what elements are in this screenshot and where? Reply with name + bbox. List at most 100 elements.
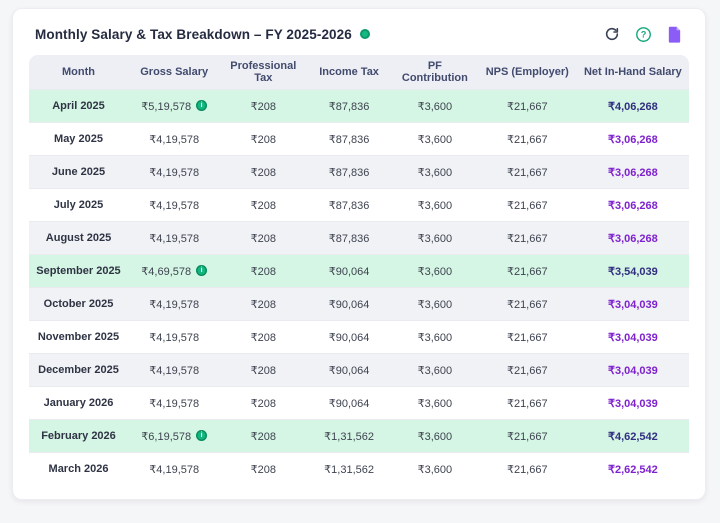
month-cell: April 2025 xyxy=(29,90,128,123)
salary-table-wrap: MonthGross SalaryProfessional TaxIncome … xyxy=(29,55,689,485)
nps-cell: ₹21,667 xyxy=(478,354,577,387)
table-header-row: MonthGross SalaryProfessional TaxIncome … xyxy=(29,55,689,90)
refresh-icon xyxy=(604,26,620,42)
pf-cell: ₹3,600 xyxy=(392,189,478,222)
net-cell: ₹4,62,542 xyxy=(577,420,689,453)
gross-cell: ₹4,19,578 xyxy=(128,453,220,486)
column-header: PF Contribution xyxy=(392,55,478,90)
gross-cell: ₹4,19,578 xyxy=(128,123,220,156)
table-header: MonthGross SalaryProfessional TaxIncome … xyxy=(29,55,689,90)
month-cell: May 2025 xyxy=(29,123,128,156)
gross-cell: ₹4,69,578i xyxy=(128,255,220,288)
pf-cell: ₹3,600 xyxy=(392,90,478,123)
nps-cell: ₹21,667 xyxy=(478,288,577,321)
table-row: October 2025₹4,19,578₹208₹90,064₹3,600₹2… xyxy=(29,288,689,321)
gross-cell: ₹6,19,578i xyxy=(128,420,220,453)
net-cell: ₹4,06,268 xyxy=(577,90,689,123)
professional-tax-cell: ₹208 xyxy=(220,222,306,255)
pf-cell: ₹3,600 xyxy=(392,321,478,354)
salary-info-badge-icon[interactable]: i xyxy=(196,265,207,276)
refresh-button[interactable] xyxy=(603,25,621,43)
nps-cell: ₹21,667 xyxy=(478,123,577,156)
professional-tax-cell: ₹208 xyxy=(220,387,306,420)
table-row: February 2026₹6,19,578i₹208₹1,31,562₹3,6… xyxy=(29,420,689,453)
document-button[interactable] xyxy=(665,25,683,43)
table-row: April 2025₹5,19,578i₹208₹87,836₹3,600₹21… xyxy=(29,90,689,123)
nps-cell: ₹21,667 xyxy=(478,222,577,255)
table-row: June 2025₹4,19,578₹208₹87,836₹3,600₹21,6… xyxy=(29,156,689,189)
month-cell: July 2025 xyxy=(29,189,128,222)
table-row: January 2026₹4,19,578₹208₹90,064₹3,600₹2… xyxy=(29,387,689,420)
page-title: Monthly Salary & Tax Breakdown – FY 2025… xyxy=(35,27,352,42)
professional-tax-cell: ₹208 xyxy=(220,288,306,321)
pf-cell: ₹3,600 xyxy=(392,123,478,156)
month-cell: December 2025 xyxy=(29,354,128,387)
column-header: Income Tax xyxy=(306,55,392,90)
title-wrap: Monthly Salary & Tax Breakdown – FY 2025… xyxy=(35,27,370,42)
column-header: Net In-Hand Salary xyxy=(577,55,689,90)
document-icon xyxy=(667,26,682,43)
professional-tax-cell: ₹208 xyxy=(220,420,306,453)
month-cell: January 2026 xyxy=(29,387,128,420)
table-row: November 2025₹4,19,578₹208₹90,064₹3,600₹… xyxy=(29,321,689,354)
professional-tax-cell: ₹208 xyxy=(220,453,306,486)
pf-cell: ₹3,600 xyxy=(392,453,478,486)
pf-cell: ₹3,600 xyxy=(392,420,478,453)
table-body: April 2025₹5,19,578i₹208₹87,836₹3,600₹21… xyxy=(29,90,689,486)
table-row: August 2025₹4,19,578₹208₹87,836₹3,600₹21… xyxy=(29,222,689,255)
net-cell: ₹3,04,039 xyxy=(577,321,689,354)
professional-tax-cell: ₹208 xyxy=(220,156,306,189)
professional-tax-cell: ₹208 xyxy=(220,354,306,387)
income-tax-cell: ₹87,836 xyxy=(306,189,392,222)
gross-cell: ₹4,19,578 xyxy=(128,189,220,222)
month-cell: February 2026 xyxy=(29,420,128,453)
income-tax-cell: ₹1,31,562 xyxy=(306,420,392,453)
nps-cell: ₹21,667 xyxy=(478,453,577,486)
card-header: Monthly Salary & Tax Breakdown – FY 2025… xyxy=(13,9,705,55)
salary-info-badge-icon[interactable]: i xyxy=(196,430,207,441)
status-dot-icon xyxy=(360,29,370,39)
net-cell: ₹2,62,542 xyxy=(577,453,689,486)
table-row: March 2026₹4,19,578₹208₹1,31,562₹3,600₹2… xyxy=(29,453,689,486)
income-tax-cell: ₹90,064 xyxy=(306,255,392,288)
gross-cell: ₹4,19,578 xyxy=(128,321,220,354)
column-header: Month xyxy=(29,55,128,90)
income-tax-cell: ₹1,31,562 xyxy=(306,453,392,486)
net-cell: ₹3,04,039 xyxy=(577,387,689,420)
salary-table: MonthGross SalaryProfessional TaxIncome … xyxy=(29,55,689,485)
professional-tax-cell: ₹208 xyxy=(220,90,306,123)
nps-cell: ₹21,667 xyxy=(478,90,577,123)
toolbar: ? xyxy=(603,25,683,43)
help-button[interactable]: ? xyxy=(634,25,652,43)
svg-text:?: ? xyxy=(640,29,646,39)
gross-cell: ₹5,19,578i xyxy=(128,90,220,123)
professional-tax-cell: ₹208 xyxy=(220,189,306,222)
month-cell: June 2025 xyxy=(29,156,128,189)
income-tax-cell: ₹87,836 xyxy=(306,90,392,123)
month-cell: October 2025 xyxy=(29,288,128,321)
net-cell: ₹3,04,039 xyxy=(577,354,689,387)
net-cell: ₹3,06,268 xyxy=(577,123,689,156)
income-tax-cell: ₹90,064 xyxy=(306,387,392,420)
net-cell: ₹3,04,039 xyxy=(577,288,689,321)
nps-cell: ₹21,667 xyxy=(478,420,577,453)
nps-cell: ₹21,667 xyxy=(478,189,577,222)
column-header: NPS (Employer) xyxy=(478,55,577,90)
pf-cell: ₹3,600 xyxy=(392,387,478,420)
table-row: May 2025₹4,19,578₹208₹87,836₹3,600₹21,66… xyxy=(29,123,689,156)
pf-cell: ₹3,600 xyxy=(392,354,478,387)
nps-cell: ₹21,667 xyxy=(478,156,577,189)
pf-cell: ₹3,600 xyxy=(392,288,478,321)
nps-cell: ₹21,667 xyxy=(478,387,577,420)
gross-cell: ₹4,19,578 xyxy=(128,156,220,189)
income-tax-cell: ₹87,836 xyxy=(306,222,392,255)
net-cell: ₹3,06,268 xyxy=(577,156,689,189)
salary-info-badge-icon[interactable]: i xyxy=(196,100,207,111)
income-tax-cell: ₹90,064 xyxy=(306,354,392,387)
income-tax-cell: ₹90,064 xyxy=(306,321,392,354)
gross-cell: ₹4,19,578 xyxy=(128,222,220,255)
net-cell: ₹3,06,268 xyxy=(577,222,689,255)
professional-tax-cell: ₹208 xyxy=(220,255,306,288)
month-cell: August 2025 xyxy=(29,222,128,255)
table-row: July 2025₹4,19,578₹208₹87,836₹3,600₹21,6… xyxy=(29,189,689,222)
